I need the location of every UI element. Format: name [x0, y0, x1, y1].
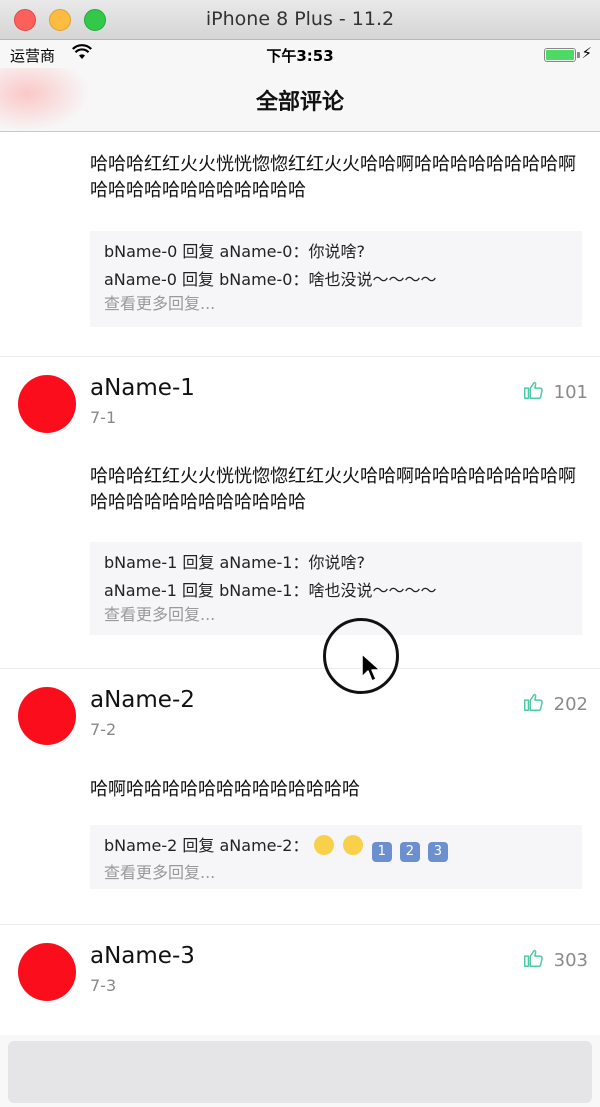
more-replies-link[interactable]: 查看更多回复... — [104, 293, 568, 315]
window-title: iPhone 8 Plus - 11.2 — [205, 8, 395, 30]
keycap-one-icon: 1 — [371, 842, 392, 862]
status-time: 下午3:53 — [266, 47, 334, 65]
comment-body: 哈哈哈红红火火恍恍惚惚红红火火哈哈啊哈哈哈哈哈哈哈哈啊哈哈哈哈哈哈哈哈哈哈哈哈 — [90, 154, 576, 201]
like-button[interactable]: 202 — [522, 691, 588, 718]
comment-date: 7-3 — [90, 976, 117, 995]
reply-line: aName-0 回复 bName-0：啥也没说～～～～ — [104, 270, 437, 289]
grinning-face-emoji-icon — [342, 835, 363, 855]
like-button[interactable]: 101 — [522, 379, 588, 406]
more-replies-link[interactable]: 查看更多回复... — [104, 604, 568, 626]
comment-date: 7-1 — [90, 408, 117, 427]
like-count: 202 — [553, 694, 588, 715]
reply-line: aName-1 回复 bName-1：啥也没说～～～～ — [104, 581, 437, 600]
divider — [0, 356, 600, 357]
thumbs-up-icon — [522, 947, 544, 974]
navigation-bar: 全部评论 — [0, 68, 600, 132]
reply-box[interactable]: bName-2 回复 aName-2： 1 2 3 查看更多回复... — [90, 825, 582, 889]
bottom-bar — [0, 1035, 600, 1107]
comment-author[interactable]: aName-1 — [90, 375, 195, 401]
battery-tip — [577, 52, 580, 58]
reply-box[interactable]: bName-1 回复 aName-1：你说啥? aName-1 回复 bName… — [90, 542, 582, 635]
comment-author[interactable]: aName-3 — [90, 943, 195, 969]
thumbs-up-icon — [522, 691, 544, 718]
keycap-three-icon: 3 — [427, 842, 448, 862]
avatar[interactable] — [18, 687, 76, 745]
comment-body: 哈啊哈哈哈哈哈哈哈哈哈哈哈哈哈 — [90, 779, 360, 800]
comment-list[interactable]: 哈哈哈红红火火恍恍惚惚红红火火哈哈啊哈哈哈哈哈哈哈哈啊哈哈哈哈哈哈哈哈哈哈哈哈 … — [0, 132, 600, 1035]
comment-date: 7-2 — [90, 720, 117, 739]
reply-line: bName-0 回复 aName-0：你说啥? — [104, 242, 365, 261]
more-replies-link[interactable]: 查看更多回复... — [104, 862, 568, 884]
like-button[interactable]: 303 — [522, 947, 588, 974]
flushed-face-emoji-icon — [313, 835, 334, 855]
comment-input[interactable] — [8, 1041, 592, 1103]
like-count: 303 — [553, 950, 588, 971]
reply-line: bName-2 回复 aName-2： 1 2 3 — [104, 831, 568, 862]
divider — [0, 668, 600, 669]
avatar[interactable] — [18, 375, 76, 433]
reply-box[interactable]: bName-0 回复 aName-0：你说啥? aName-0 回复 bName… — [90, 231, 582, 327]
comment-author[interactable]: aName-2 — [90, 687, 195, 713]
page-title: 全部评论 — [255, 90, 344, 115]
mouse-cursor-icon — [360, 652, 382, 688]
reply-line: bName-1 回复 aName-1：你说啥? — [104, 553, 365, 572]
status-bar: 运营商 下午3:53 ⚡ — [0, 40, 600, 68]
keycap-two-icon: 2 — [399, 842, 420, 862]
avatar[interactable] — [18, 943, 76, 1001]
reply-prefix: bName-2 回复 aName-2： — [104, 836, 309, 855]
thumbs-up-icon — [522, 379, 544, 406]
comment-body: 哈哈哈红红火火恍恍惚惚红红火火哈哈啊哈哈哈哈哈哈哈哈啊哈哈哈哈哈哈哈哈哈哈哈哈 — [90, 466, 576, 513]
battery-icon — [544, 48, 576, 62]
divider — [0, 924, 600, 925]
charging-icon: ⚡ — [581, 44, 592, 62]
simulator-title-bar: iPhone 8 Plus - 11.2 — [0, 0, 600, 40]
like-count: 101 — [553, 382, 588, 403]
